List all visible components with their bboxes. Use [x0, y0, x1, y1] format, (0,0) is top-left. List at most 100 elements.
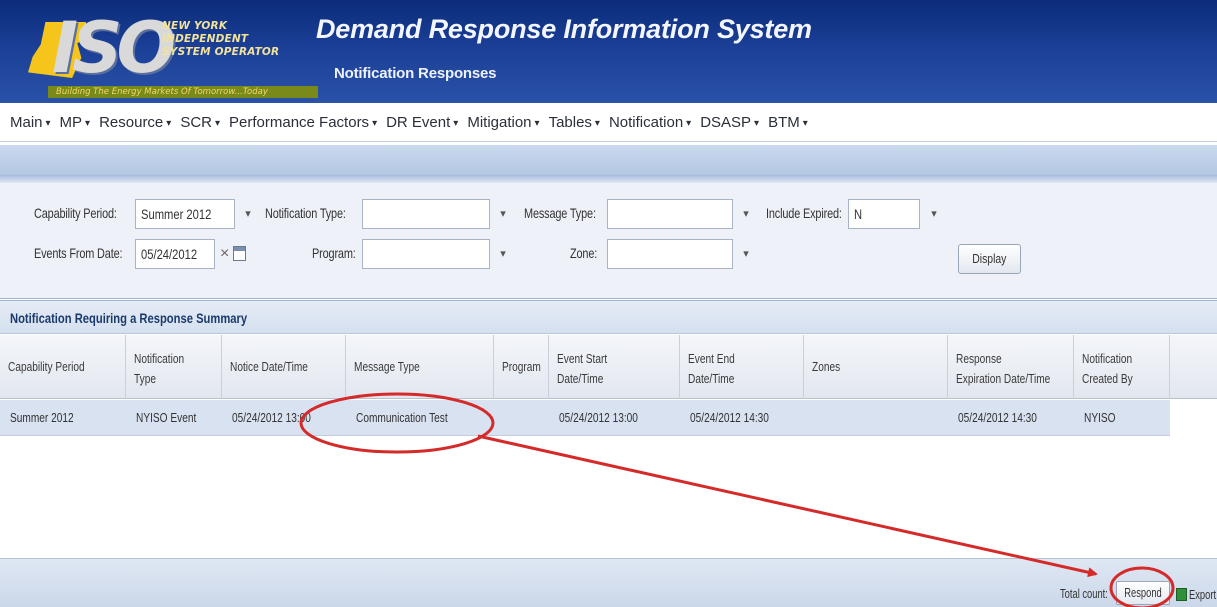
- column-header-text: Response: [956, 351, 1002, 366]
- zone-dropdown-icon[interactable]: ▾: [736, 239, 756, 269]
- message-type-dropdown-icon[interactable]: ▾: [736, 199, 756, 229]
- excel-export-icon: [1176, 588, 1187, 602]
- include-expired-select[interactable]: N: [848, 199, 920, 229]
- chevron-down-icon: ▾: [453, 117, 459, 129]
- column-header[interactable]: Notification Created By: [1074, 335, 1170, 399]
- app-title: Demand Response Information System: [316, 14, 812, 44]
- grid-footer: [0, 558, 1217, 607]
- menu-item-dsasp[interactable]: DSASP ▾: [700, 114, 759, 131]
- table-cell-text: NYISO Event: [136, 410, 197, 425]
- menu-item-main[interactable]: Main ▾: [10, 114, 51, 131]
- column-header[interactable]: Zones: [804, 335, 948, 399]
- main-menu-bar: Main ▾ MP ▾ Resource ▾ SCR ▾ Performance Factors…: [0, 103, 1217, 142]
- column-header[interactable]: Response Expiration Date/Time: [948, 335, 1074, 399]
- total-count-label: Total count:: [1060, 586, 1108, 601]
- column-header-text: Type: [134, 371, 156, 386]
- menu-item-notification[interactable]: Notification ▾: [609, 114, 691, 131]
- chevron-down-icon: ▾: [534, 117, 540, 129]
- column-header-text: Zones: [812, 359, 841, 374]
- events-from-date-label: Events From Date:: [34, 245, 123, 261]
- column-header[interactable]: Notification Type: [126, 335, 222, 399]
- menu-item-label: BTM: [768, 113, 800, 131]
- table-cell: Communication Test: [346, 400, 494, 436]
- menu-item-mitigation[interactable]: Mitigation ▾: [467, 114, 539, 131]
- menu-item-resource[interactable]: Resource ▾: [99, 114, 171, 131]
- menu-item-label: SCR: [180, 113, 212, 131]
- logo-line-3: SYSTEM OPERATOR: [162, 46, 280, 58]
- menu-item-performance-factors[interactable]: Performance Factors ▾: [229, 114, 377, 131]
- menu-item-label: DSASP: [700, 113, 752, 131]
- menu-item-scr[interactable]: SCR ▾: [180, 114, 220, 131]
- column-header-text: Expiration Date/Time: [956, 371, 1051, 386]
- grid-header-row: Capability Period Notification Type Notice …: [0, 335, 1217, 399]
- table-cell-text: 05/24/2012 14:30: [690, 410, 769, 425]
- menu-item-btm[interactable]: BTM ▾: [768, 114, 808, 131]
- table-cell-text: 05/24/2012 13:00: [559, 410, 638, 425]
- table-cell: 05/24/2012 14:30: [948, 400, 1074, 436]
- app-header: ISO NEW YORK INDEPENDENT SYSTEM OPERATOR…: [0, 0, 1217, 103]
- page-subtitle: Notification Responses: [334, 65, 497, 82]
- table-cell: NYISO Event: [126, 400, 222, 436]
- column-header[interactable]: Event Start Date/Time: [549, 335, 680, 399]
- table-cell: NYISO: [1074, 400, 1170, 436]
- table-cell: Summer 2012: [0, 400, 126, 436]
- menu-item-label: MP: [59, 113, 83, 131]
- logo-line-2: INDEPENDENT: [162, 33, 249, 45]
- table-cell: 05/24/2012 13:00: [549, 400, 680, 436]
- column-header[interactable]: Event End Date/Time: [680, 335, 804, 399]
- chevron-down-icon: ▾: [85, 117, 91, 129]
- events-from-date-input[interactable]: 05/24/2012: [135, 239, 215, 269]
- chevron-down-icon: ▾: [802, 117, 808, 129]
- capability-period-select[interactable]: Summer 2012: [135, 199, 235, 229]
- program-label: Program:: [312, 245, 356, 261]
- menu-item-tables[interactable]: Tables ▾: [549, 114, 600, 131]
- chevron-down-icon: ▾: [686, 117, 692, 129]
- respond-button[interactable]: Respond: [1116, 581, 1170, 605]
- table-cell-text: NYISO: [1084, 410, 1116, 425]
- notification-type-label: Notification Type:: [265, 205, 346, 221]
- capability-period-dropdown-icon[interactable]: ▾: [238, 199, 258, 229]
- chevron-down-icon: ▾: [372, 117, 378, 129]
- menu-item-dr-event[interactable]: DR Event ▾: [386, 114, 458, 131]
- summary-panel-header: Notification Requiring a Response Summar…: [0, 300, 1217, 334]
- export-button[interactable]: Export: [1176, 583, 1217, 605]
- program-select[interactable]: [362, 239, 490, 269]
- include-expired-label: Include Expired:: [766, 205, 842, 221]
- include-expired-dropdown-icon[interactable]: ▾: [924, 199, 944, 229]
- column-header-text: Event End: [688, 351, 735, 366]
- column-header[interactable]: Notice Date/Time: [222, 335, 346, 399]
- column-header[interactable]: Program: [494, 335, 549, 399]
- table-cell-text: Summer 2012: [10, 410, 74, 425]
- toolbar-band-shadow: [0, 175, 1217, 183]
- menu-item-label: Main: [10, 113, 43, 131]
- calendar-icon[interactable]: [233, 246, 246, 261]
- column-header-text: Notification: [134, 351, 185, 366]
- menu-item-mp[interactable]: MP ▾: [60, 114, 91, 131]
- table-cell: [494, 400, 549, 436]
- table-cell: 05/24/2012 13:00: [222, 400, 346, 436]
- capability-period-label: Capability Period:: [34, 205, 117, 221]
- menu-item-label: Notification: [608, 113, 684, 131]
- logo-tagline: Building The Energy Markets Of Tomorrow.…: [48, 86, 318, 98]
- table-cell: 05/24/2012 14:30: [680, 400, 804, 436]
- column-header[interactable]: Message Type: [346, 335, 494, 399]
- zone-select[interactable]: [607, 239, 733, 269]
- menu-item-label: Mitigation: [467, 113, 532, 131]
- chevron-down-icon: ▾: [45, 117, 51, 129]
- notification-type-dropdown-icon[interactable]: ▾: [493, 199, 513, 229]
- column-header-text: Notice Date/Time: [230, 359, 308, 374]
- display-button[interactable]: Display: [958, 244, 1021, 274]
- clear-date-icon[interactable]: ×: [220, 239, 229, 269]
- column-header[interactable]: Capability Period: [0, 335, 126, 399]
- summary-panel-title: Notification Requiring a Response Summar…: [10, 310, 248, 326]
- annotation-arrow: [477, 434, 1098, 578]
- notification-type-select[interactable]: [362, 199, 490, 229]
- menu-item-label: DR Event: [386, 113, 451, 131]
- table-cell-text: 05/24/2012 14:30: [958, 410, 1037, 425]
- column-header-text: Event Start: [557, 351, 608, 366]
- program-dropdown-icon[interactable]: ▾: [493, 239, 513, 269]
- menu-item-label: Performance Factors: [229, 113, 370, 131]
- logo-iso-text: ISO: [52, 7, 176, 89]
- message-type-select[interactable]: [607, 199, 733, 229]
- table-row[interactable]: Summer 2012 NYISO Event 05/24/2012 13:00 Co…: [0, 400, 1170, 436]
